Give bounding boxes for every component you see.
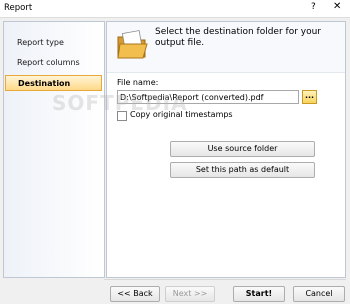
copy-timestamps-label: Copy original timestamps (130, 110, 233, 119)
close-button[interactable]: ✕ (333, 1, 341, 12)
set-default-path-button[interactable]: Set this path as default (170, 162, 315, 178)
start-button[interactable]: Start! (233, 286, 285, 302)
header-text: Select the destination folder for your o… (155, 27, 322, 48)
header-band: Select the destination folder for your o… (107, 22, 345, 73)
copy-timestamps-checkbox[interactable] (117, 111, 127, 121)
use-source-folder-button[interactable]: Use source folder (170, 141, 315, 157)
sidebar-item-report-columns[interactable]: Report columns (5, 55, 102, 71)
sidebar: Report type Report columns Destination (3, 21, 105, 278)
file-path-input[interactable] (117, 90, 299, 104)
back-button[interactable]: << Back (110, 286, 160, 302)
folder-icon (117, 30, 148, 59)
cancel-button[interactable]: Cancel (293, 286, 345, 302)
next-button[interactable]: Next >> (165, 286, 215, 302)
file-name-label: File name: (117, 78, 159, 87)
footer-divider (104, 279, 346, 280)
browse-button[interactable]: ... (302, 90, 317, 104)
title-bar: Report ? ✕ (0, 0, 350, 18)
window-title: Report (4, 3, 33, 13)
sidebar-item-report-type[interactable]: Report type (5, 35, 102, 51)
help-button[interactable]: ? (311, 2, 316, 12)
dialog-body: Report type Report columns Destination S… (0, 18, 350, 304)
sidebar-item-destination[interactable]: Destination (5, 75, 102, 91)
